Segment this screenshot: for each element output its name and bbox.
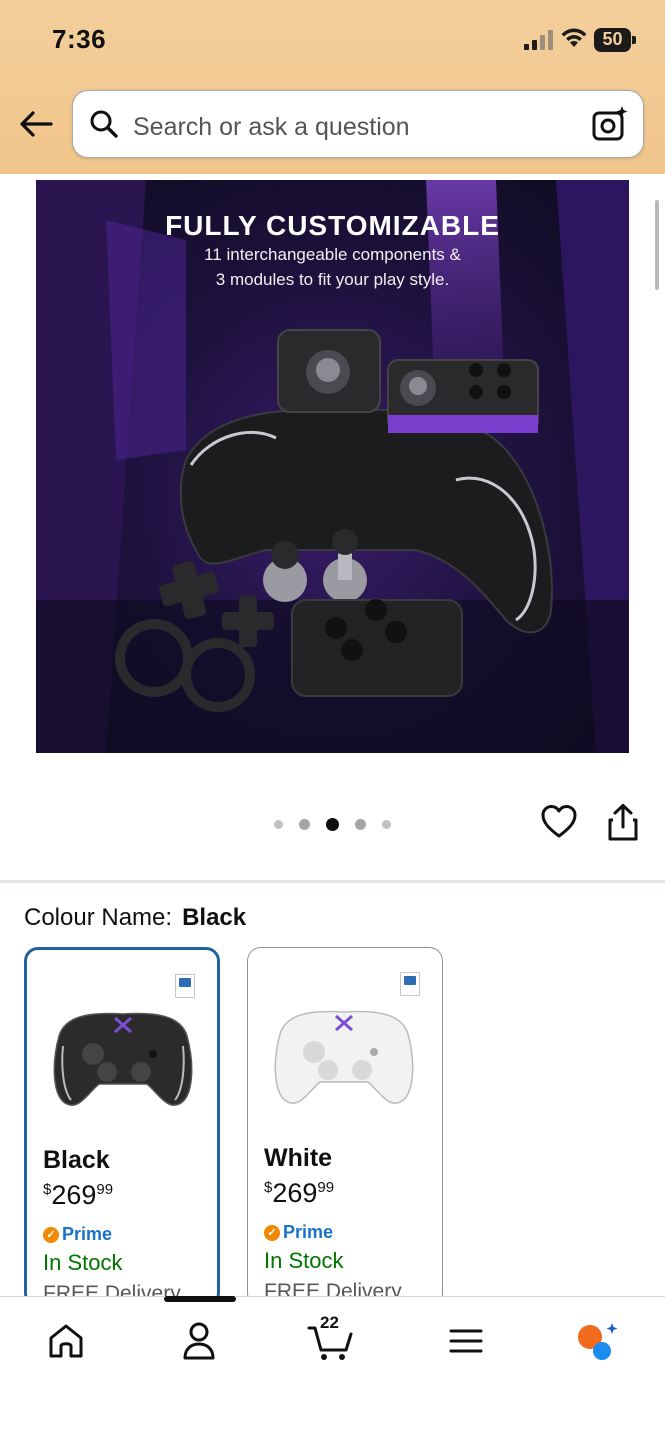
playstation-license-badge <box>400 972 420 996</box>
rufus-assistant-icon <box>578 1323 618 1360</box>
price-whole: 269 <box>272 1178 318 1208</box>
carousel-dot[interactable] <box>274 819 283 829</box>
carousel-dot-active[interactable] <box>326 817 339 831</box>
price-fraction: 99 <box>317 1179 335 1196</box>
variant-card-black[interactable]: Black $26999 ✓ Prime In Stock FREE Delive… <box>24 947 220 1307</box>
search-icon <box>90 110 118 138</box>
carousel-dot[interactable] <box>382 819 391 829</box>
hero-title: FULLY CUSTOMIZABLE <box>165 210 500 241</box>
stock-status: In Stock <box>43 1250 123 1275</box>
prime-label: Prime <box>283 1222 334 1242</box>
controller-thumbnail-black <box>53 1012 193 1106</box>
bottom-nav-bar: 22 <box>0 1296 665 1440</box>
wifi-icon <box>561 28 587 47</box>
hero-subtitle-line-1: 11 interchangeable components & <box>204 245 461 264</box>
product-image[interactable]: FULLY CUSTOMIZABLE 11 interchangeable co… <box>36 180 629 753</box>
variant-price: $26999 <box>264 1178 334 1209</box>
hero-subtitle: 11 interchangeable components & 3 module… <box>36 242 629 292</box>
person-icon <box>183 1322 215 1360</box>
home-icon <box>49 1324 83 1358</box>
nav-cart-button[interactable]: 22 <box>306 1313 354 1365</box>
variant-name: Black <box>43 1146 110 1174</box>
cart-count-badge: 22 <box>320 1313 339 1332</box>
section-divider <box>0 880 665 883</box>
hero-subtitle-line-2: 3 modules to fit your play style. <box>215 270 450 289</box>
prime-label: Prime <box>62 1224 113 1244</box>
price-whole: 269 <box>51 1180 97 1210</box>
colour-name-value: Black <box>182 904 247 931</box>
cellular-signal-icon <box>524 30 553 50</box>
prime-badge: ✓ Prime <box>264 1222 333 1243</box>
carousel-dot[interactable] <box>355 818 366 830</box>
share-icon[interactable] <box>604 803 642 843</box>
battery-icon: 50 <box>594 28 636 52</box>
app-header: 7:36 50 Search or ask a question <box>0 0 665 174</box>
back-button[interactable] <box>16 104 56 144</box>
nav-menu-button[interactable] <box>442 1317 490 1365</box>
price-fraction: 99 <box>96 1181 114 1198</box>
scroll-indicator-bar <box>164 1296 236 1302</box>
scrollbar-thumb[interactable] <box>655 200 659 290</box>
status-time: 7:36 <box>52 24 107 54</box>
controller-thumbnail-white <box>274 1010 414 1104</box>
prime-badge: ✓ Prime <box>43 1224 112 1245</box>
wishlist-heart-icon[interactable] <box>540 803 578 841</box>
variant-card-white[interactable]: White $26999 ✓ Prime In Stock FREE Delive… <box>247 947 443 1307</box>
battery-level: 50 <box>602 29 623 49</box>
variant-name: White <box>264 1144 333 1172</box>
search-placeholder: Search or ask a question <box>133 113 410 141</box>
nav-home-button[interactable] <box>42 1317 90 1365</box>
variant-price: $26999 <box>43 1180 113 1211</box>
hamburger-menu-icon <box>449 1329 483 1353</box>
playstation-license-badge <box>175 974 195 998</box>
nav-rufus-assistant-button[interactable] <box>573 1317 621 1365</box>
search-input[interactable]: Search or ask a question <box>72 90 644 158</box>
colour-name-row: Colour Name: Black <box>24 904 246 932</box>
back-arrow-icon <box>20 111 53 137</box>
image-carousel-indicator <box>274 817 391 831</box>
camera-lens-icon[interactable] <box>591 105 629 143</box>
nav-account-button[interactable] <box>175 1317 223 1365</box>
colour-name-label: Colour Name: <box>24 904 173 931</box>
stock-status: In Stock <box>264 1248 344 1273</box>
prime-check-icon: ✓ <box>43 1226 59 1243</box>
prime-check-icon: ✓ <box>264 1224 280 1241</box>
carousel-dot[interactable] <box>299 818 310 830</box>
